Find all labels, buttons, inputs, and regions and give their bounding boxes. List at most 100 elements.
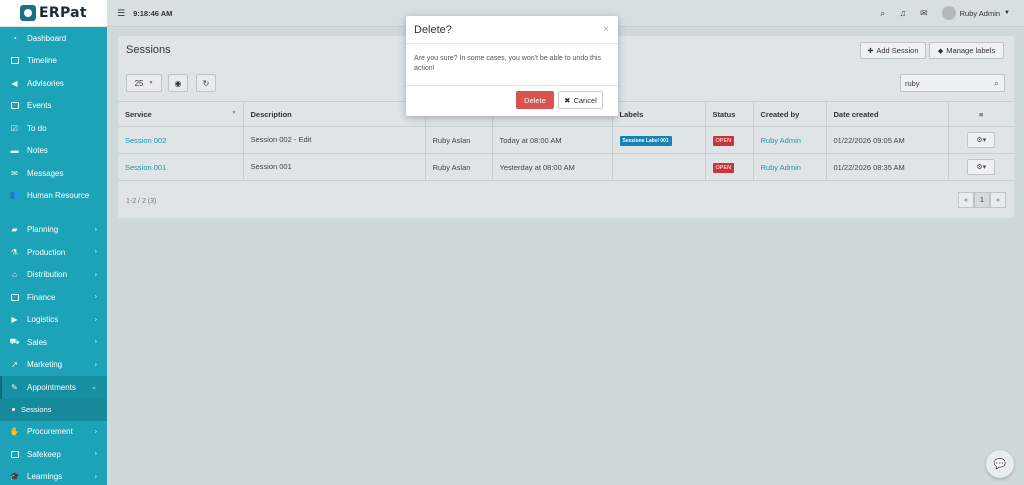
- chevron-right-icon: ›: [94, 428, 97, 436]
- status-badge: OPEN: [712, 135, 735, 146]
- column-header-date-created[interactable]: Date created: [826, 101, 949, 127]
- envelope-icon[interactable]: ✉: [920, 8, 928, 19]
- sidebar-item-todo[interactable]: ☑ To do: [0, 117, 107, 140]
- notes-icon: ▬: [10, 146, 19, 156]
- cell-service[interactable]: Session 002: [118, 126, 244, 154]
- label-badge: Sessions Label 001: [619, 135, 672, 146]
- dashboard-icon: ◔: [12, 33, 17, 43]
- manage-labels-button[interactable]: ◆ Manage labels: [929, 42, 1004, 59]
- status-badge: OPEN: [712, 162, 735, 173]
- sidebar-item-appointments[interactable]: ✎ Appointments ⌄: [0, 376, 107, 399]
- modal-message: Are you sure? In some cases, you won't b…: [406, 44, 618, 86]
- bank-icon: ⌂: [12, 270, 17, 280]
- chart-icon: ↗: [11, 360, 18, 370]
- cell-service[interactable]: Session 001: [118, 153, 244, 181]
- sidebar-item-label: Appointments: [27, 382, 76, 392]
- manage-labels-label: Manage labels: [946, 46, 996, 55]
- refresh-button[interactable]: ↻: [196, 74, 216, 92]
- archive-icon: [10, 450, 19, 458]
- sort-icon: ▼: [231, 109, 237, 116]
- sidebar-item-label: Sessions: [21, 405, 52, 414]
- caret-down-icon: ▼: [1004, 10, 1010, 16]
- sidebar-item-learnings[interactable]: 🎓 Learnings ›: [0, 466, 107, 485]
- cell-description: Session 002 - Edit: [243, 126, 426, 154]
- service-link[interactable]: Session 002: [125, 136, 166, 145]
- users-icon: 👥: [9, 190, 20, 199]
- table-row: Session 002 Session 002 - Edit Ruby Asla…: [118, 126, 1014, 154]
- column-header-labels[interactable]: Labels: [612, 101, 706, 127]
- column-header-options[interactable]: ≡: [948, 101, 1014, 127]
- menu-toggle-icon[interactable]: ☰: [117, 8, 125, 19]
- sidebar-item-marketing[interactable]: ↗ Marketing ›: [0, 354, 107, 377]
- sidebar-item-safekeep[interactable]: Safekeep ›: [0, 443, 107, 466]
- page-size-select[interactable]: 25 ▼: [126, 74, 162, 92]
- gears-icon: ⚙▾: [976, 137, 987, 144]
- cell-date-created: 01/22/2026 09:05 AM: [826, 126, 949, 154]
- sidebar-item-distribution[interactable]: ⌂ Distribution ›: [0, 264, 107, 287]
- sidebar-item-planning[interactable]: ▰ Planning ›: [0, 219, 107, 242]
- column-header-created-by[interactable]: Created by: [753, 101, 827, 127]
- tag-icon: ◆: [937, 47, 944, 55]
- pagination: « 1 »: [958, 192, 1006, 208]
- add-session-button[interactable]: ✚ Add Session: [860, 42, 926, 59]
- sidebar-item-events[interactable]: Events: [0, 95, 107, 118]
- refresh-icon: ↻: [202, 78, 210, 88]
- sidebar-item-notes[interactable]: ▬ Notes: [0, 140, 107, 163]
- edit-icon: ✎: [11, 382, 18, 392]
- column-visibility-button[interactable]: ◉: [168, 74, 188, 92]
- search-icon: ⌕: [993, 78, 999, 88]
- next-page-button[interactable]: »: [990, 192, 1006, 208]
- sidebar-item-label: Learnings: [27, 472, 63, 482]
- prev-page-button[interactable]: «: [958, 192, 974, 208]
- sidebar-item-label: Events: [27, 101, 52, 111]
- graduation-icon: 🎓: [9, 472, 20, 482]
- cancel-button[interactable]: ✖ Cancel: [558, 91, 603, 109]
- sidebar-item-sales[interactable]: ⛟ Sales ›: [0, 331, 107, 354]
- sidebar-item-finance[interactable]: Finance ›: [0, 286, 107, 309]
- page-button-current[interactable]: 1: [974, 192, 990, 208]
- truck-icon: ▶: [11, 315, 18, 325]
- chat-button[interactable]: 💬: [986, 450, 1014, 478]
- sidebar-item-sessions[interactable]: Sessions: [0, 398, 107, 421]
- sidebar-item-label: Logistics: [27, 315, 59, 325]
- created-by-link[interactable]: Ruby Admin: [761, 136, 801, 145]
- sidebar-item-logistics[interactable]: ▶ Logistics ›: [0, 309, 107, 332]
- user-name: Ruby Admin: [959, 8, 1001, 18]
- user-menu[interactable]: Ruby Admin ▼: [941, 6, 1010, 20]
- sidebar-item-procurement[interactable]: ✋ Procurement ›: [0, 421, 107, 444]
- delete-button[interactable]: Delete: [516, 91, 554, 109]
- header-label: Status: [712, 109, 736, 119]
- service-link[interactable]: Session 001: [125, 163, 166, 172]
- plus-icon: ✚: [867, 47, 874, 55]
- sidebar-item-dashboard[interactable]: ◔ Dashboard: [0, 27, 107, 50]
- search-input[interactable]: ruby ⌕: [900, 74, 1005, 92]
- sidebar-item-label: Finance: [27, 292, 56, 302]
- header-label: Labels: [619, 109, 644, 119]
- bell-icon[interactable]: ♫: [899, 8, 906, 18]
- add-session-label: Add Session: [876, 46, 919, 55]
- created-by-link[interactable]: Ruby Admin: [761, 163, 801, 172]
- sidebar-item-label: Safekeep: [27, 449, 61, 459]
- header-label: Created by: [760, 109, 800, 119]
- sidebar-item-timeline[interactable]: Timeline: [0, 50, 107, 73]
- sidebar-item-production[interactable]: ⚗ Production ›: [0, 241, 107, 264]
- sidebar-item-messages[interactable]: ✉ Messages: [0, 162, 107, 185]
- brand[interactable]: ERPat: [0, 0, 107, 27]
- close-icon[interactable]: ×: [603, 24, 609, 35]
- cell-created-by[interactable]: Ruby Admin: [753, 126, 827, 154]
- cell-created-by[interactable]: Ruby Admin: [753, 153, 827, 181]
- sidebar-item-label: Human Resource: [27, 190, 90, 200]
- column-header-description[interactable]: Description: [243, 101, 426, 127]
- search-icon[interactable]: ⌕: [880, 8, 885, 19]
- chat-icon: 💬: [993, 458, 1007, 470]
- column-header-status[interactable]: Status: [705, 101, 754, 127]
- chevron-right-icon: ›: [94, 473, 97, 481]
- cell-labels: [612, 153, 706, 181]
- sidebar-item-human-resource[interactable]: 👥 Human Resource: [0, 185, 107, 219]
- row-options-button[interactable]: ⚙▾: [967, 159, 996, 175]
- row-options-button[interactable]: ⚙▾: [967, 132, 996, 148]
- chevron-right-icon: ›: [94, 316, 97, 324]
- sidebar-item-label: Marketing: [27, 360, 63, 370]
- column-header-service[interactable]: Service ▼: [118, 101, 244, 127]
- sidebar-item-advisories[interactable]: ◀ Advisories: [0, 72, 107, 95]
